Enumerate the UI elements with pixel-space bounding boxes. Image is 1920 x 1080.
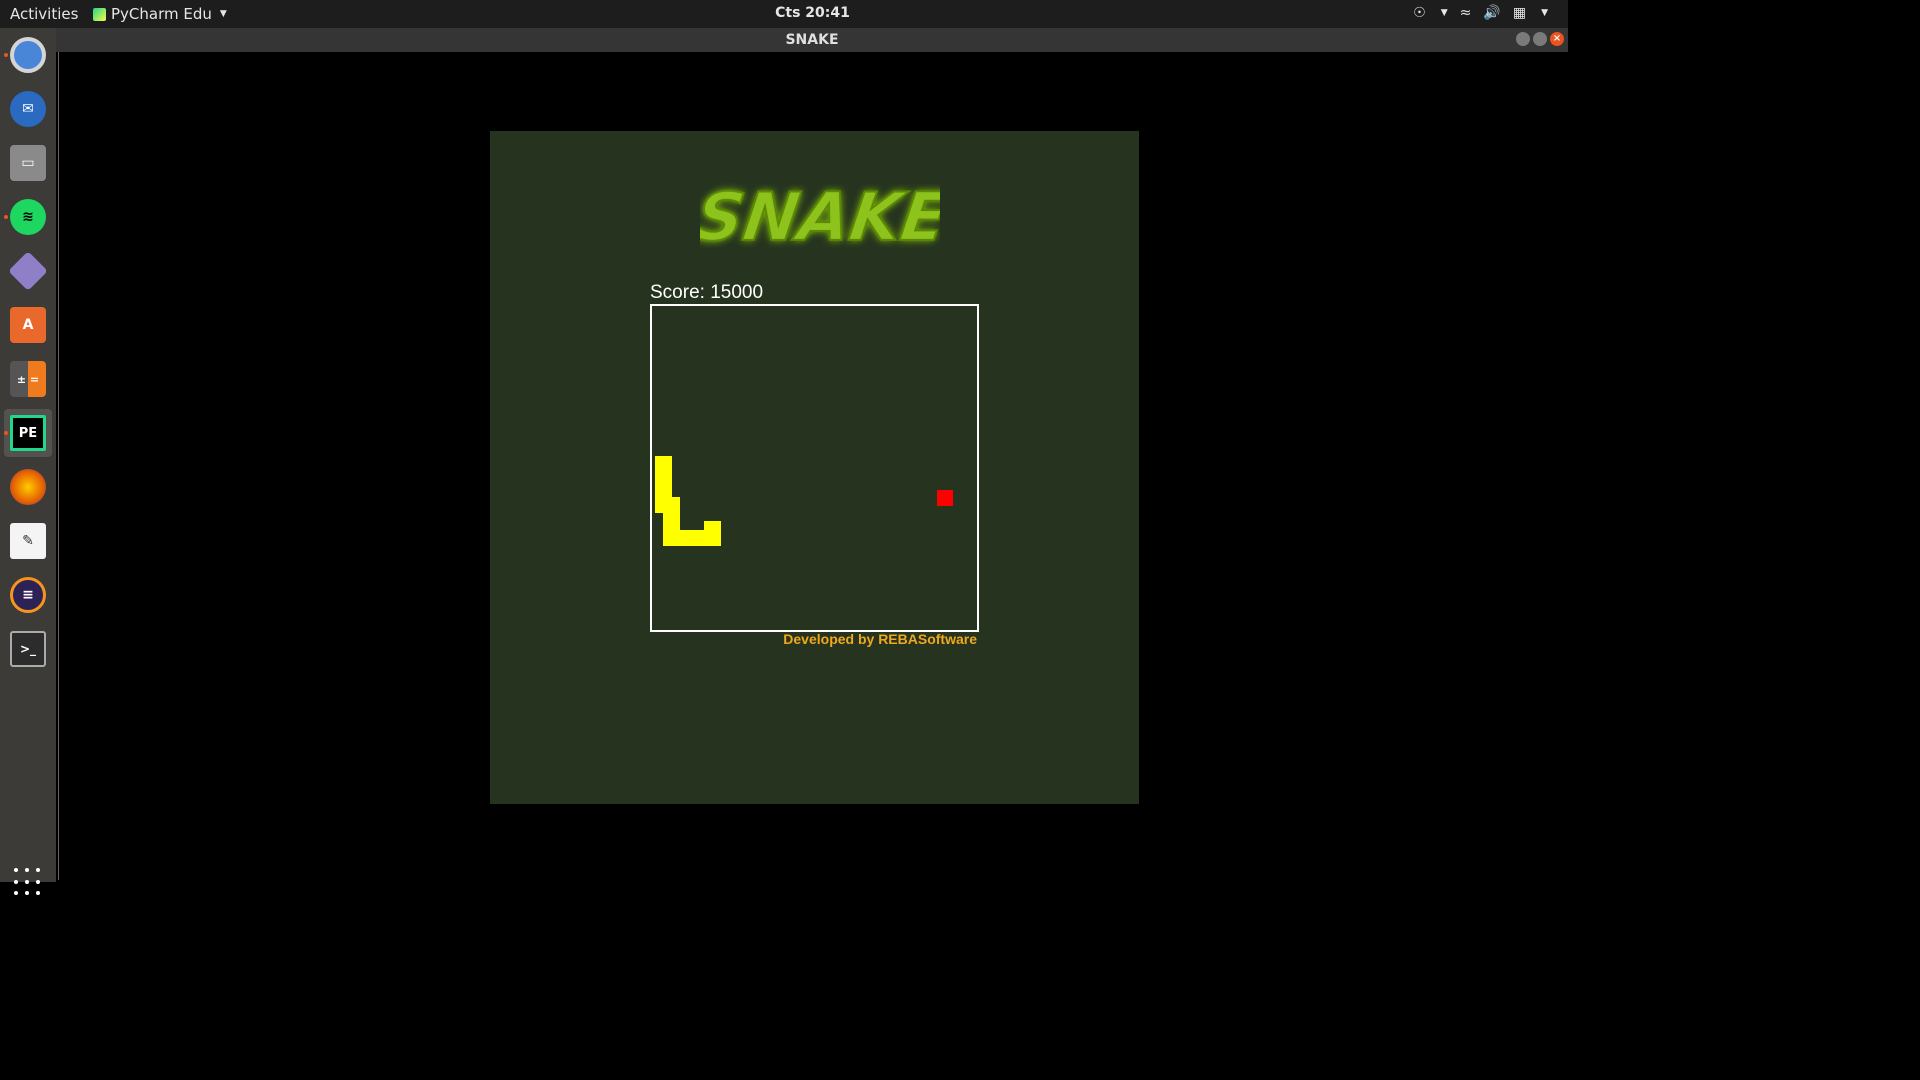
- svg-text:SNAKE: SNAKE: [700, 178, 940, 256]
- maximize-button[interactable]: [1533, 32, 1547, 46]
- dock-item-pycharm[interactable]: PE: [4, 409, 52, 457]
- text-editor-icon: ✎: [10, 523, 46, 559]
- volume-icon[interactable]: 🔊: [1483, 5, 1500, 21]
- score-label: Score: 15000: [650, 282, 764, 303]
- dock-item-terminal[interactable]: >_: [4, 625, 52, 673]
- dock-item-chromium[interactable]: [4, 31, 52, 79]
- chevron-down-icon[interactable]: ▼: [1541, 8, 1548, 18]
- running-indicator: [4, 53, 8, 57]
- dock-item-firefox[interactable]: [4, 463, 52, 511]
- dock-item-eclipse[interactable]: ≡: [4, 571, 52, 619]
- clock[interactable]: Cts 20:41: [0, 5, 1625, 21]
- draw-icon: [8, 251, 48, 291]
- window-title: SNAKE: [785, 32, 839, 48]
- running-indicator: [4, 215, 8, 219]
- software-center-icon: A: [10, 307, 46, 343]
- system-tray[interactable]: ☉ ▼ ≈ 🔊 ▦ ▼: [1413, 5, 1548, 21]
- snake-logo: SNAKE: [700, 177, 940, 257]
- dock-item-thunderbird[interactable]: ✉: [4, 85, 52, 133]
- accessibility-icon[interactable]: ☉: [1413, 5, 1426, 21]
- dock-item-spotify[interactable]: ≋: [4, 193, 52, 241]
- top-bar: Activities PyCharm Edu ▼ Cts 20:41 ☉ ▼ ≈…: [0, 0, 1568, 28]
- spotify-icon: ≋: [10, 199, 46, 235]
- calculator-icon: ± =: [10, 361, 46, 397]
- developer-credit: Developed by REBASoftware: [783, 631, 977, 647]
- chromium-icon: [10, 37, 46, 73]
- clipboard-icon[interactable]: ▦: [1513, 5, 1526, 21]
- firefox-icon: [10, 469, 46, 505]
- eclipse-icon: ≡: [10, 577, 46, 613]
- thunderbird-icon: ✉: [10, 91, 46, 127]
- wifi-icon[interactable]: ≈: [1460, 5, 1472, 21]
- chevron-down-icon[interactable]: ▼: [1441, 8, 1448, 18]
- show-applications-icon[interactable]: [14, 868, 42, 896]
- snake-segment: [704, 521, 721, 546]
- game-board[interactable]: [650, 304, 979, 632]
- pycharm-edu-icon: PE: [10, 415, 46, 451]
- dock-item-draw[interactable]: [4, 247, 52, 295]
- terminal-icon: >_: [10, 631, 46, 667]
- window-titlebar[interactable]: SNAKE ×: [56, 28, 1568, 52]
- dock: ✉ ▭ ≋ A ± = PE ✎ ≡ >_: [0, 28, 56, 896]
- dock-item-calculator[interactable]: ± =: [4, 355, 52, 403]
- dock-item-text-editor[interactable]: ✎: [4, 517, 52, 565]
- dock-item-software[interactable]: A: [4, 301, 52, 349]
- food-pellet: [937, 490, 953, 506]
- close-button[interactable]: ×: [1550, 32, 1564, 46]
- files-icon: ▭: [10, 145, 46, 181]
- running-indicator: [4, 431, 8, 435]
- dock-item-files[interactable]: ▭: [4, 139, 52, 187]
- minimize-button[interactable]: [1516, 32, 1530, 46]
